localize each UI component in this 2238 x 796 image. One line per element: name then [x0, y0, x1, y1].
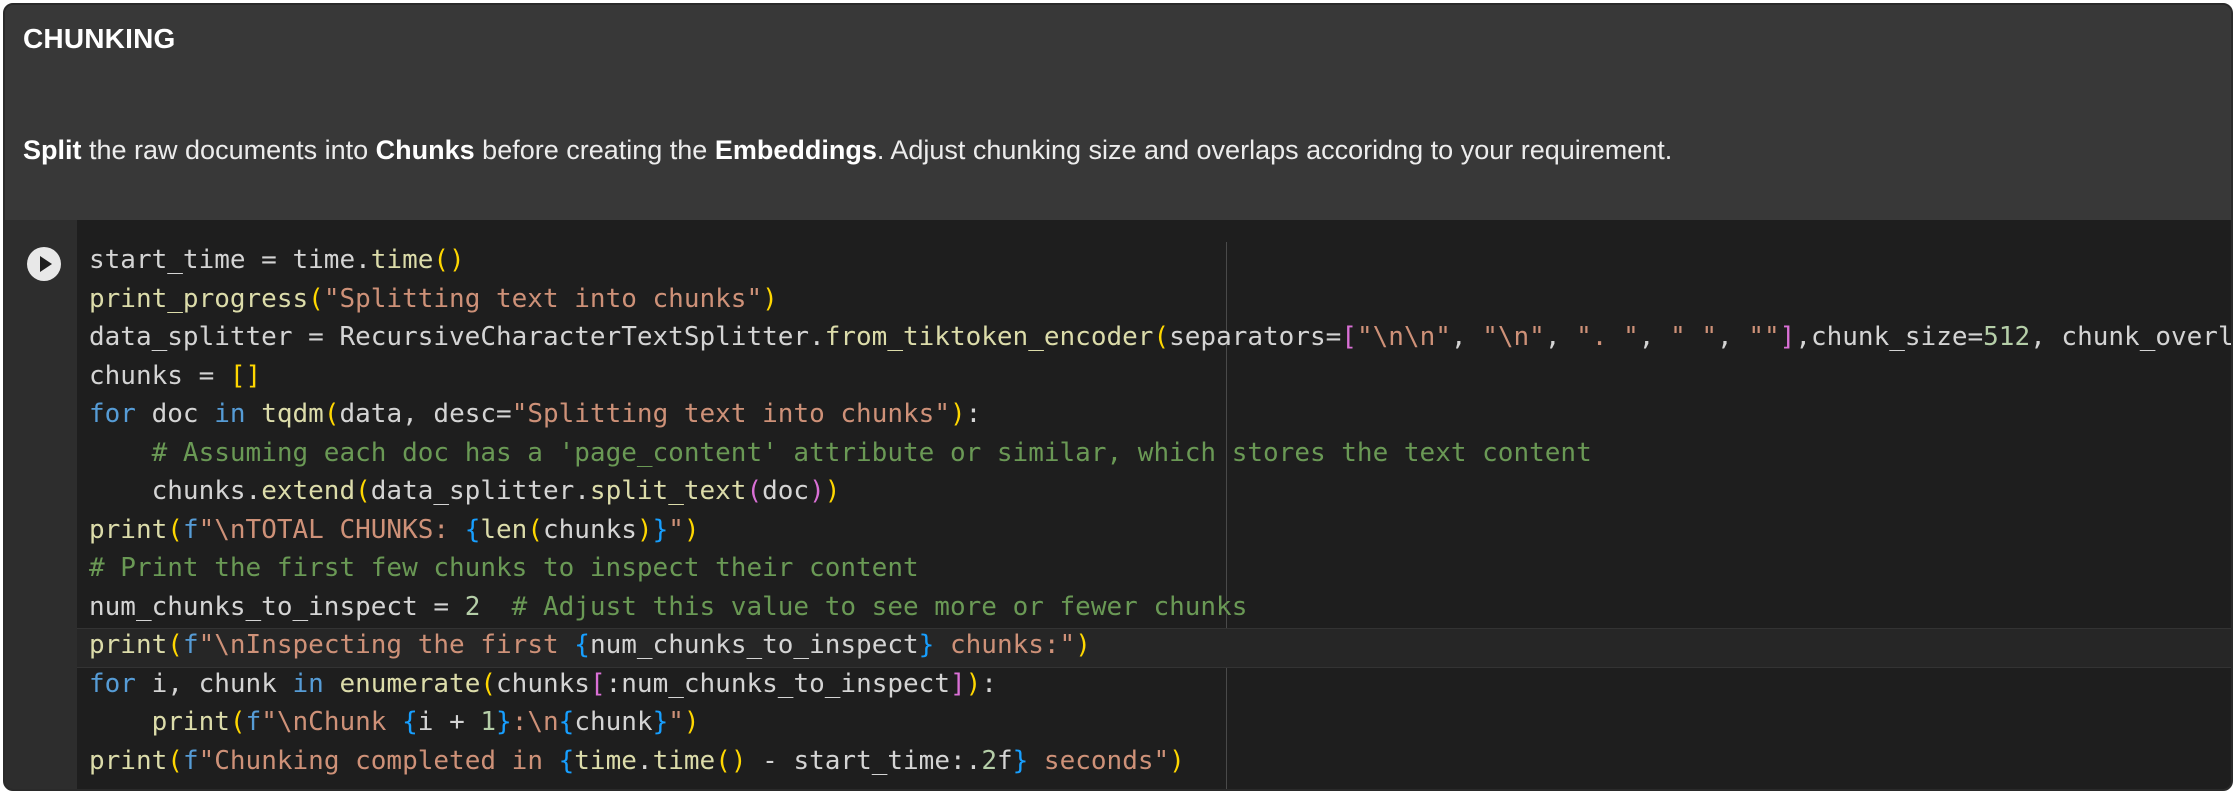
code-line: # Print the first few chunks to inspect …: [89, 553, 919, 583]
bold-word-embeddings: Embeddings: [714, 135, 877, 165]
description-paragraph: Split the raw documents into Chunks befo…: [23, 135, 1673, 165]
code-cell[interactable]: start_time = time.time() print_progress(…: [5, 220, 2231, 789]
code-line: chunks.extend(data_splitter.split_text(d…: [89, 476, 841, 506]
code-line: print(f"Chunking completed in {time.time…: [89, 745, 1185, 776]
markdown-cell[interactable]: CHUNKING Split the raw documents into Ch…: [5, 5, 2231, 220]
bold-word-split: Split: [23, 135, 82, 165]
code-line: for i, chunk in enumerate(chunks[:num_ch…: [89, 668, 997, 699]
code-line: print_progress("Splitting text into chun…: [89, 283, 778, 314]
play-icon: [40, 256, 52, 272]
bold-word-chunks: Chunks: [375, 135, 475, 165]
code-editor[interactable]: start_time = time.time() print_progress(…: [77, 220, 2231, 789]
code-line: print(f"\nInspecting the first {num_chun…: [89, 630, 1091, 660]
code-line: for doc in tqdm(data, desc="Splitting te…: [89, 399, 982, 429]
code-line: print(f"\nChunk {i + 1}:\n{chunk}"): [151, 707, 700, 737]
code-line: num_chunks_to_inspect = 2 # Adjust this …: [89, 591, 1248, 622]
cell-gutter: [5, 220, 77, 789]
code-content[interactable]: start_time = time.time() print_progress(…: [89, 241, 2233, 780]
code-line: data_splitter = RecursiveCharacterTextSp…: [89, 322, 2233, 352]
section-heading: CHUNKING: [23, 23, 176, 54]
code-line: chunks = []: [89, 360, 262, 391]
code-line: # Assuming each doc has a 'page_content'…: [151, 437, 1592, 468]
code-line: start_time = time.time(): [89, 245, 465, 275]
run-cell-button[interactable]: [27, 247, 61, 281]
code-line: print(f"\nTOTAL CHUNKS: {len(chunks)}"): [89, 514, 700, 545]
notebook-frame: CHUNKING Split the raw documents into Ch…: [3, 3, 2233, 791]
